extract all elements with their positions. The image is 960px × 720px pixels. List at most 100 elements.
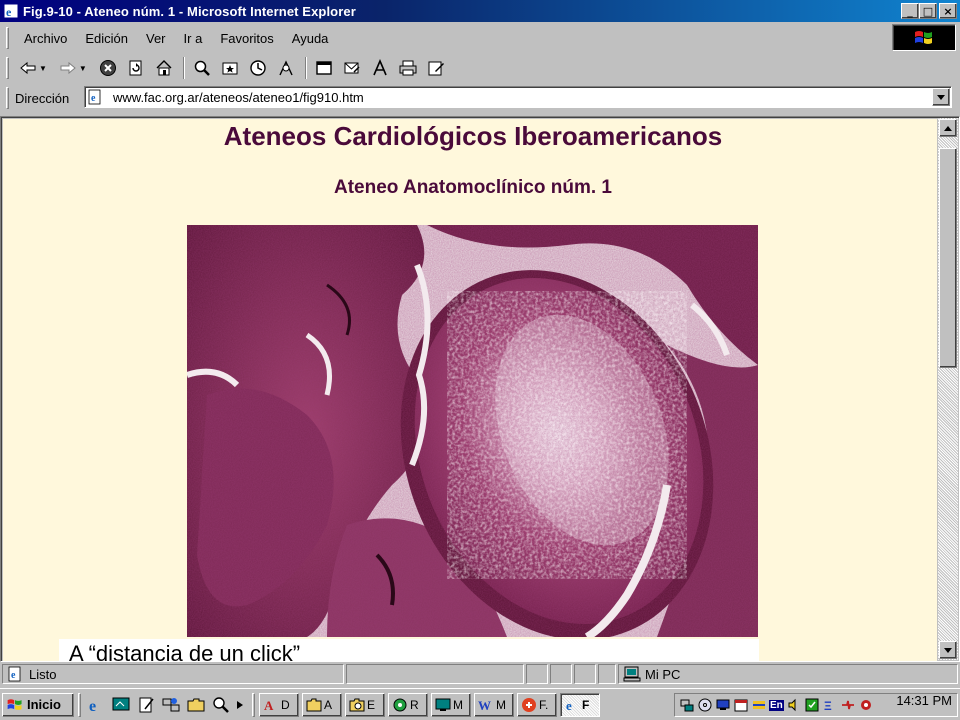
history-button[interactable] <box>247 57 269 79</box>
task-button-m2[interactable]: W M <box>474 692 514 717</box>
task-button-a[interactable]: A <box>302 692 342 717</box>
histology-image <box>187 225 758 637</box>
quicklaunch-folder[interactable] <box>185 694 207 716</box>
font-button[interactable] <box>369 57 391 79</box>
menu-ver[interactable]: Ver <box>137 29 175 48</box>
print-button[interactable] <box>397 57 419 79</box>
minimize-button[interactable]: _ <box>901 3 919 19</box>
task-button-f2[interactable]: e F <box>560 692 600 717</box>
scroll-up-button[interactable] <box>939 119 957 137</box>
back-icon <box>20 61 36 75</box>
quicklaunch-ie[interactable]: e <box>85 694 107 716</box>
menu-ayuda[interactable]: Ayuda <box>283 29 338 48</box>
maximize-button[interactable]: □ <box>919 3 937 19</box>
forward-button[interactable] <box>57 57 79 79</box>
tray-icon-volume[interactable] <box>786 697 802 713</box>
fullscreen-icon <box>316 61 332 75</box>
search-button[interactable] <box>191 57 213 79</box>
ie-icon: e <box>3 3 19 19</box>
status-panel-progress <box>346 664 524 684</box>
refresh-button[interactable] <box>125 57 147 79</box>
quicklaunch-desktop[interactable] <box>110 694 132 716</box>
back-dropdown-icon[interactable]: ▼ <box>39 64 47 73</box>
font-icon <box>373 59 387 76</box>
start-button[interactable]: Inicio <box>2 692 74 717</box>
tray-icon-e[interactable]: Ξ <box>822 697 838 713</box>
task-button-m1[interactable]: M <box>431 692 471 717</box>
minimize-icon: _ <box>907 4 913 18</box>
home-button[interactable] <box>153 57 175 79</box>
back-button[interactable] <box>17 57 39 79</box>
tray-icon-cd[interactable] <box>697 697 713 713</box>
svg-text:e: e <box>89 698 96 714</box>
scroll-down-button[interactable] <box>939 641 957 659</box>
task-label: E <box>367 697 376 712</box>
search-icon <box>194 60 210 76</box>
tray-icon-cable[interactable] <box>840 697 856 713</box>
address-field[interactable]: e <box>84 86 952 108</box>
quicklaunch-notepad[interactable] <box>135 694 157 716</box>
stop-button[interactable] <box>97 57 119 79</box>
volume-icon <box>788 698 796 712</box>
toolbar-grip[interactable] <box>6 57 9 79</box>
quicklaunch-search[interactable] <box>210 694 232 716</box>
tray-icon-network[interactable] <box>679 697 695 713</box>
menu-edicion[interactable]: Edición <box>76 29 137 48</box>
chevron-down-icon <box>937 94 945 100</box>
channels-button[interactable] <box>275 57 297 79</box>
tray-icon-scheduler[interactable] <box>733 697 749 713</box>
fullscreen-button[interactable] <box>313 57 335 79</box>
browser-viewport: Ateneos Cardiológicos Iberoamericanos At… <box>0 116 960 662</box>
taskbar: Inicio e A D A E R M W M F. e F En Ξ 14:… <box>0 688 960 720</box>
page-icon: e <box>88 89 101 105</box>
tray-icon-display[interactable] <box>715 697 731 713</box>
web-page: Ateneos Cardiológicos Iberoamericanos At… <box>3 119 937 661</box>
svg-text:A: A <box>264 698 274 713</box>
tray-icon-flag[interactable] <box>751 697 767 713</box>
scroll-thumb[interactable] <box>939 148 957 368</box>
task-label: F <box>582 697 590 712</box>
zone-text: Mi PC <box>645 666 681 682</box>
tray-icon-antivirus[interactable] <box>804 697 820 713</box>
mail-button[interactable] <box>341 57 363 79</box>
task-button-e[interactable]: E <box>345 692 385 717</box>
svg-text:e: e <box>6 5 12 19</box>
close-icon: × <box>943 4 953 18</box>
chevron-right-icon <box>237 700 243 709</box>
close-button[interactable]: × <box>939 3 957 19</box>
mail-icon <box>344 62 360 74</box>
address-dropdown-button[interactable] <box>932 88 950 106</box>
task-button-f1[interactable]: F. <box>517 692 557 717</box>
status-bar: e Listo Mi PC <box>0 663 960 685</box>
edit-button[interactable] <box>425 57 447 79</box>
forward-dropdown-icon[interactable]: ▼ <box>79 64 87 73</box>
network-icon <box>680 699 694 712</box>
clock[interactable]: 14:31 PM <box>896 693 952 708</box>
task-button-r[interactable]: R <box>388 692 428 717</box>
status-panel-small <box>526 664 548 684</box>
windows-logo <box>892 24 956 51</box>
menu-archivo[interactable]: Archivo <box>15 29 76 48</box>
stop-icon <box>99 60 116 76</box>
menu-grip[interactable] <box>6 27 9 49</box>
address-label: Dirección <box>15 90 70 106</box>
menu-ir-a[interactable]: Ir a <box>175 29 212 48</box>
address-grip[interactable] <box>6 87 9 109</box>
windows-flag-icon <box>7 698 22 710</box>
tray-icon-app[interactable] <box>858 697 874 713</box>
toolbar: ▼ ▼ <box>0 54 960 82</box>
favorites-button[interactable] <box>219 57 241 79</box>
network-icon <box>162 697 180 711</box>
explorer-icon <box>349 698 365 711</box>
task-button-d[interactable]: A D <box>259 692 299 717</box>
quicklaunch-more[interactable] <box>235 694 245 716</box>
title-bar[interactable]: e Fig.9-10 - Ateneo núm. 1 - Microsoft I… <box>0 0 960 22</box>
menu-favoritos[interactable]: Favoritos <box>211 29 282 48</box>
app-icon <box>522 697 536 712</box>
language-indicator[interactable]: En <box>769 699 784 711</box>
vertical-scrollbar[interactable] <box>938 118 958 660</box>
toolbar-separator <box>182 57 185 79</box>
address-input[interactable] <box>113 89 913 105</box>
quicklaunch-network[interactable] <box>160 694 182 716</box>
security-zone-panel: Mi PC <box>618 664 958 684</box>
